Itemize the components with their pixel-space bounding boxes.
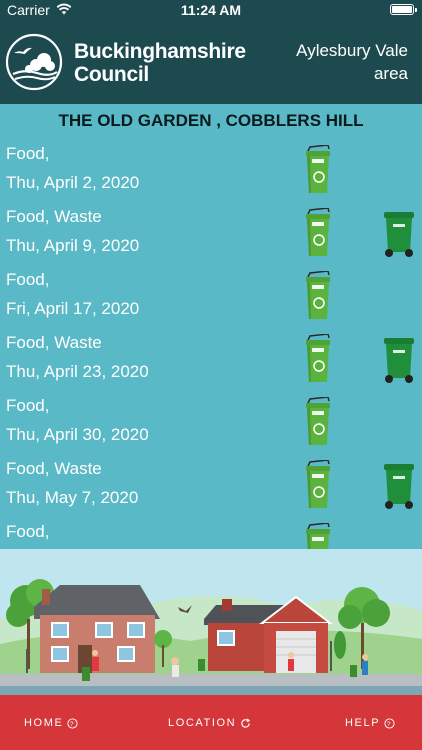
collection-types: Food, Waste	[6, 333, 102, 352]
collection-date: Fri, April 17, 2020	[6, 299, 140, 318]
collection-date: Thu, May 7, 2020	[6, 488, 139, 507]
collection-types: Food,	[6, 144, 50, 163]
collection-types: Food, Waste	[6, 207, 102, 226]
council-name-line1: Buckinghamshire	[74, 40, 246, 63]
wheelie-bin-icon	[382, 210, 416, 258]
bird-trees-logo-icon	[5, 33, 63, 91]
nav-home-button[interactable]: HOME ?	[24, 717, 78, 729]
collection-row[interactable]: Food,	[0, 515, 422, 549]
area-name: Aylesbury Vale area	[258, 39, 408, 85]
clock-time: 11:24 AM	[180, 2, 242, 18]
bottom-nav: HOME ? LOCATION HELP ?	[0, 695, 422, 750]
svg-text:?: ?	[70, 720, 75, 727]
neighbourhood-illustration	[0, 549, 422, 695]
wheelie-bin-icon	[382, 462, 416, 510]
svg-text:?: ?	[387, 720, 392, 727]
collection-date: Thu, April 30, 2020	[6, 425, 149, 444]
collection-types: Food,	[6, 270, 50, 289]
nav-help-button[interactable]: HELP ?	[345, 717, 395, 729]
collection-row[interactable]: Food, Waste Thu, May 7, 2020	[0, 452, 422, 515]
collection-types: Food,	[6, 396, 50, 415]
food-caddy-icon	[304, 522, 332, 549]
battery-icon	[390, 4, 417, 15]
collection-row[interactable]: Food, Thu, April 2, 2020	[0, 137, 422, 200]
collection-types: Food, Waste	[6, 459, 102, 478]
food-caddy-icon	[304, 144, 332, 195]
collection-types: Food,	[6, 522, 50, 541]
wheelie-bin-icon	[382, 336, 416, 384]
council-name: Buckinghamshire Council	[74, 40, 246, 86]
collection-date: Thu, April 23, 2020	[6, 362, 149, 381]
nav-location-label: LOCATION	[168, 717, 237, 729]
area-name-line2: area	[373, 64, 408, 83]
council-name-line2: Council	[74, 63, 149, 86]
nav-home-label: HOME	[24, 717, 64, 729]
food-caddy-icon	[304, 207, 332, 258]
area-name-line1: Aylesbury Vale	[296, 41, 408, 60]
food-caddy-icon	[304, 270, 332, 321]
address-title: THE OLD GARDEN , COBBLERS HILL	[0, 104, 422, 137]
refresh-icon	[241, 718, 251, 728]
collection-date: Thu, April 9, 2020	[6, 236, 140, 255]
collection-list[interactable]: Food, Thu, April 2, 2020 Food, Waste Thu, …	[0, 137, 422, 549]
help-circle-icon: ?	[67, 717, 78, 729]
collection-row[interactable]: Food, Fri, April 17, 2020	[0, 263, 422, 326]
collection-row[interactable]: Food, Waste Thu, April 9, 2020	[0, 200, 422, 263]
food-caddy-icon	[304, 333, 332, 384]
food-caddy-icon	[304, 396, 332, 447]
status-bar: Carrier 11:24 AM	[0, 0, 422, 20]
collection-row[interactable]: Food, Waste Thu, April 23, 2020	[0, 326, 422, 389]
app-header: Buckinghamshire Council Aylesbury Vale a…	[0, 20, 422, 104]
collection-date: Thu, April 2, 2020	[6, 173, 140, 192]
collection-row[interactable]: Food, Thu, April 30, 2020	[0, 389, 422, 452]
food-caddy-icon	[304, 459, 332, 510]
help-circle-icon: ?	[384, 717, 395, 729]
nav-help-label: HELP	[345, 717, 381, 729]
nav-location-button[interactable]: LOCATION	[168, 717, 251, 729]
